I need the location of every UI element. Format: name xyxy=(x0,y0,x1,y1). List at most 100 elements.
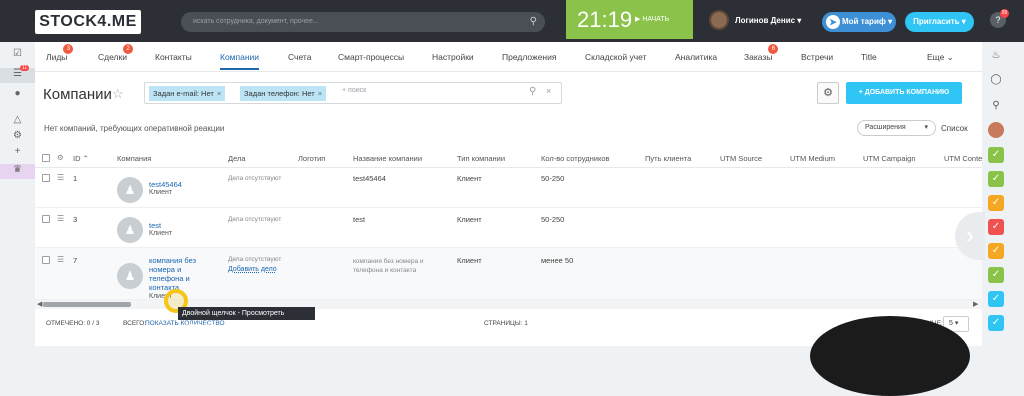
filter-badge: 11 xyxy=(20,65,30,71)
plus-icon[interactable]: + xyxy=(0,146,35,161)
scroll-thumb[interactable] xyxy=(43,302,131,307)
add-company-button[interactable]: + ДОБАВИТЬ КОМПАНИЮ xyxy=(846,82,962,104)
gear-icon[interactable]: ⚙ xyxy=(0,130,35,145)
tasks-icon[interactable]: ☑ xyxy=(0,48,35,63)
close-icon[interactable]: × xyxy=(546,86,551,96)
user-menu[interactable]: Логинов Денис ▾ xyxy=(709,10,801,32)
sitemap-icon[interactable]: △ xyxy=(0,114,35,129)
cell-id: 3 xyxy=(73,215,78,224)
scroll-left-icon[interactable]: ◀ xyxy=(37,300,42,308)
col-deals[interactable]: Дела xyxy=(228,154,246,163)
filter-chip[interactable]: Задан e-mail: Нет × xyxy=(149,86,226,101)
app-icon-7[interactable]: ✓ xyxy=(988,291,1004,307)
chevron-down-icon: ▾ xyxy=(924,124,928,131)
menu-icon[interactable]: ☰ xyxy=(57,214,64,223)
filter-chip[interactable]: Задан телефон: Нет × xyxy=(240,86,327,101)
tab-offers[interactable]: Предложения xyxy=(502,52,556,62)
filter-search-field[interactable]: Задан e-mail: Нет × Задан телефон: Нет × +… xyxy=(144,82,562,104)
table-row[interactable]: ☰ 1 ♟ test45464 Клиент Дела отсутствуют … xyxy=(35,168,982,208)
cell-name: test45464 xyxy=(353,174,386,183)
tariff-button[interactable]: ➤ Мой тариф ▾ xyxy=(822,12,896,32)
help-button[interactable]: ? 99 xyxy=(990,9,1009,28)
filter-icon[interactable]: ☰ 11 xyxy=(0,65,35,83)
chat-icon[interactable]: ◯ xyxy=(988,72,1004,88)
tab-contacts[interactable]: Контакты xyxy=(155,52,192,62)
star-icon[interactable]: ☆ xyxy=(112,86,124,102)
tab-deals[interactable]: Сделки 2 xyxy=(98,44,133,62)
app-icon-1[interactable]: ✓ xyxy=(988,147,1004,163)
col-company-type[interactable]: Тип компании xyxy=(457,154,505,163)
crown-icon[interactable]: ♛ xyxy=(0,164,35,179)
company-link[interactable]: компания без номера и телефона и контакт… xyxy=(149,256,196,292)
tab-analytics[interactable]: Аналитика xyxy=(675,52,717,62)
list-view-link[interactable]: Список xyxy=(941,124,968,133)
app-icon-4[interactable]: ✓ xyxy=(988,219,1004,235)
pages-count: СТРАНИЦЫ: 1 xyxy=(484,320,528,327)
scroll-right-icon[interactable]: ▶ xyxy=(973,300,978,308)
global-search-input[interactable]: искать сотрудника, документ, прочее... ⚲ xyxy=(181,12,545,32)
tab-meetings[interactable]: Встречи xyxy=(801,52,833,62)
col-id[interactable]: ID ⌃ xyxy=(73,154,89,163)
tab-leads[interactable]: Лиды 3 xyxy=(46,44,74,62)
search-icon[interactable]: ⚲ xyxy=(529,86,536,97)
app-icon-6[interactable]: ✓ xyxy=(988,267,1004,283)
tab-orders[interactable]: Заказы 6 xyxy=(744,44,779,62)
logo[interactable]: STOCK4.ME xyxy=(35,10,141,34)
row-checkbox[interactable] xyxy=(42,215,50,223)
col-employees[interactable]: Кол-во сотрудников xyxy=(541,154,610,163)
check-circle-icon[interactable]: ● xyxy=(0,88,35,103)
col-client-path[interactable]: Путь клиента xyxy=(645,154,691,163)
settings-gear-button[interactable]: ⚙ xyxy=(817,82,839,104)
menu-icon[interactable]: ☰ xyxy=(57,255,64,264)
cell-type: Клиент xyxy=(457,174,482,183)
decorative-overlay xyxy=(810,316,970,396)
col-company-name[interactable]: Название компании xyxy=(353,154,422,163)
col-utm-source[interactable]: UTM Source xyxy=(720,154,762,163)
avatar[interactable] xyxy=(988,122,1004,138)
tab-companies[interactable]: Компании xyxy=(220,52,260,70)
add-deal-link[interactable]: Добавить дело xyxy=(228,265,277,274)
clock-time: 21:19 xyxy=(577,7,633,32)
tab-smart-processes[interactable]: Смарт-процессы xyxy=(338,52,404,62)
row-checkbox[interactable] xyxy=(42,174,50,182)
tab-invoices[interactable]: Счета xyxy=(288,52,311,62)
tab-title[interactable]: Title xyxy=(861,52,877,62)
close-icon[interactable]: × xyxy=(217,89,221,98)
col-logo[interactable]: Логотип xyxy=(298,154,325,163)
col-utm-content[interactable]: UTM Conte xyxy=(944,154,982,163)
bell-icon[interactable]: ♨ xyxy=(988,48,1004,64)
tooltip: Двойной щелчок - Просмотреть компанию xyxy=(178,307,315,330)
notice-text: Нет компаний, требующих оперативной реак… xyxy=(44,124,225,133)
app-icon-3[interactable]: ✓ xyxy=(988,195,1004,211)
work-day-clock[interactable]: 21:19 ▶ НАЧАТЬ xyxy=(566,0,693,39)
col-label: ID xyxy=(73,154,81,163)
app-icon-5[interactable]: ✓ xyxy=(988,243,1004,259)
company-avatar-icon: ♟ xyxy=(117,263,143,289)
col-company[interactable]: Компания xyxy=(117,154,151,163)
company-link[interactable]: test45464 xyxy=(149,180,182,189)
rocket-icon: ➤ xyxy=(826,15,840,29)
tab-warehouse[interactable]: Складской учет xyxy=(585,52,647,62)
search-icon[interactable]: ⚲ xyxy=(988,98,1004,114)
col-utm-campaign[interactable]: UTM Campaign xyxy=(863,154,916,163)
cell-employees: 50-250 xyxy=(541,174,565,183)
tab-more[interactable]: Еще ⌄ xyxy=(927,52,954,63)
tab-settings[interactable]: Настройки xyxy=(432,52,474,62)
app-icon-8[interactable]: ✓ xyxy=(988,315,1004,331)
invite-button[interactable]: Пригласить ▾ xyxy=(905,12,974,32)
close-icon[interactable]: × xyxy=(318,89,322,98)
col-utm-medium[interactable]: UTM Medium xyxy=(790,154,835,163)
app-icon-2[interactable]: ✓ xyxy=(988,171,1004,187)
row-checkbox[interactable] xyxy=(42,256,50,264)
table-row[interactable]: ☰ 3 ♟ test Клиент Дела отсутствуют test … xyxy=(35,208,982,248)
clock-start-button[interactable]: ▶ НАЧАТЬ xyxy=(635,15,669,23)
gear-icon[interactable]: ⚙ xyxy=(57,153,64,162)
crm-nav: Лиды 3 Сделки 2 Контакты Компании Счета См… xyxy=(35,42,982,72)
menu-icon[interactable]: ☰ xyxy=(57,173,64,182)
tab-badge: 2 xyxy=(122,44,133,54)
cell-employees: менее 50 xyxy=(541,256,574,265)
company-link[interactable]: test xyxy=(149,221,161,230)
select-all-checkbox[interactable] xyxy=(42,154,50,162)
company-link-line: номера и xyxy=(149,265,182,274)
extensions-dropdown[interactable]: Расширения ▾ xyxy=(857,120,936,136)
